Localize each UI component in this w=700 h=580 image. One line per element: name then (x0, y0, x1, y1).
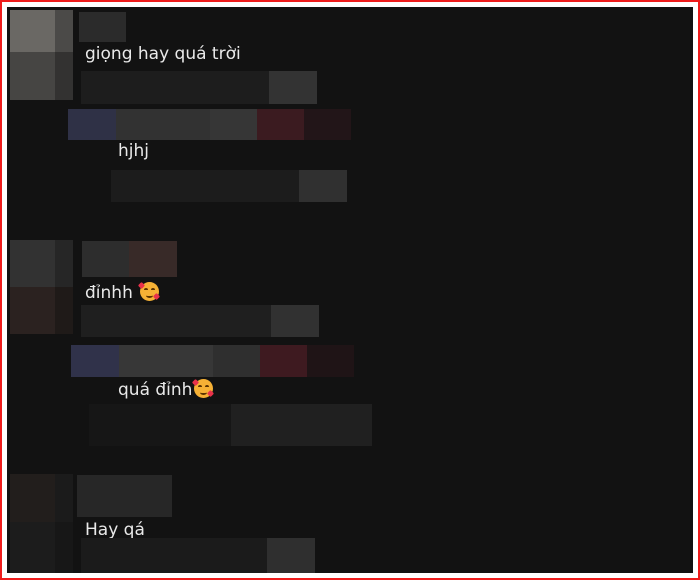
blurred-avatar (10, 474, 73, 573)
smiling-face-with-hearts-icon (192, 378, 215, 398)
comment-text: giọng hay quá trời (85, 44, 241, 64)
blurred-reply-actions (111, 170, 347, 202)
reply-text-label: quá đỉnh (118, 380, 193, 400)
blurred-username (82, 241, 177, 277)
comment-text-label: đỉnhh (85, 283, 139, 303)
blurred-reply-actions (89, 404, 372, 446)
reply-text: hjhj (118, 141, 149, 161)
comment-thread-panel: giọng hay quá trời hjhj đỉnhh quá đỉnh H… (7, 7, 693, 573)
blurred-avatar (10, 10, 73, 100)
blurred-reply-header (68, 109, 351, 140)
blurred-comment-actions (81, 305, 319, 337)
blurred-comment-actions (81, 71, 317, 104)
reply-text: quá đỉnh (118, 378, 215, 400)
screenshot-frame: giọng hay quá trời hjhj đỉnhh quá đỉnh H… (0, 0, 700, 580)
blurred-reply-header (71, 345, 354, 377)
smiling-face-with-hearts-icon (138, 281, 161, 301)
blurred-comment-actions (81, 538, 315, 573)
blurred-username (77, 475, 172, 517)
comment-text: Hay qá (85, 520, 145, 540)
blurred-username (79, 12, 126, 42)
comment-text: đỉnhh (85, 281, 161, 303)
blurred-avatar (10, 240, 73, 334)
